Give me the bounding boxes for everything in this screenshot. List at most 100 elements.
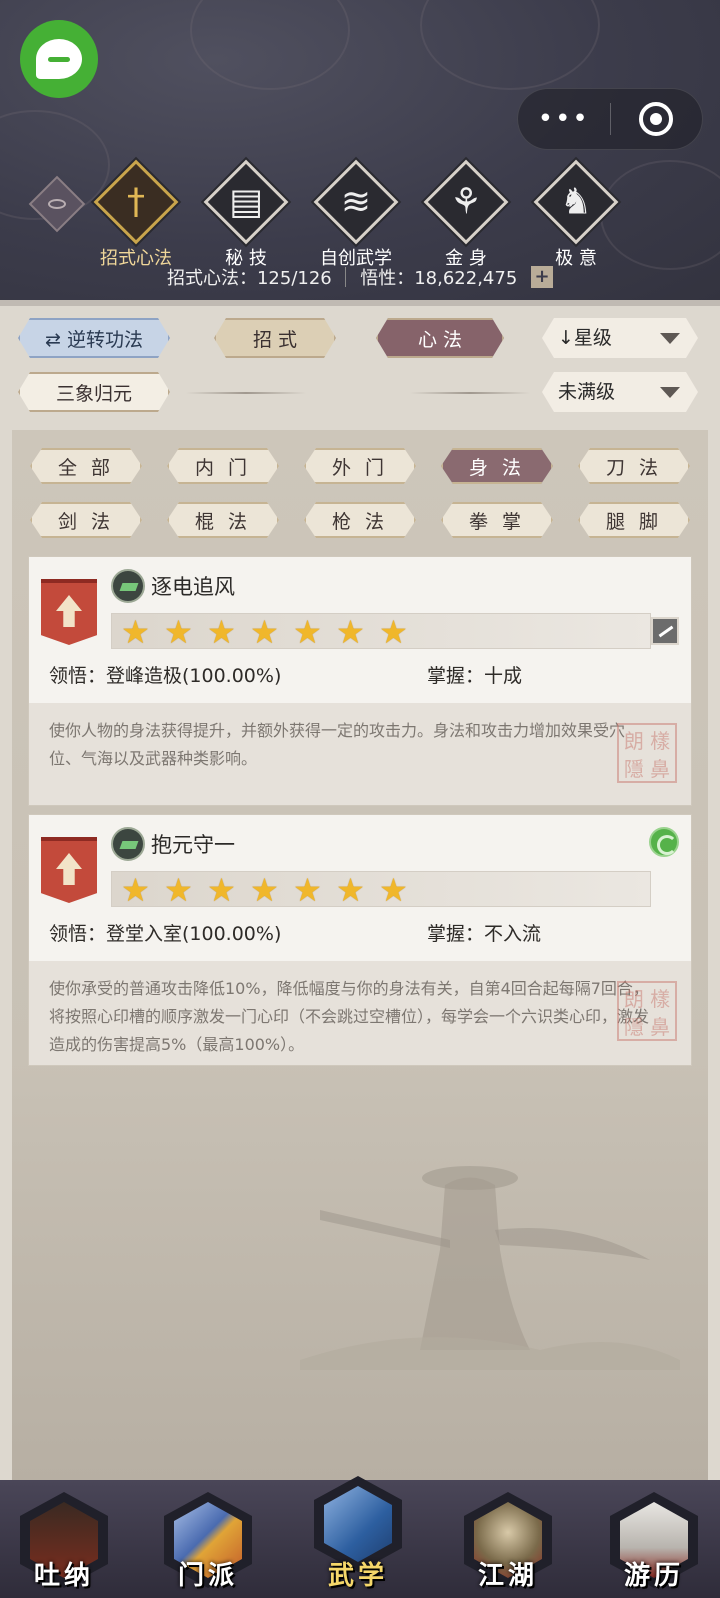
technique-description: 使你人物的身法获得提升，并额外获得一定的攻击力。身法和攻击力增加效果受穴位、气海… bbox=[49, 721, 626, 768]
sort-down-icon: ↓ bbox=[558, 327, 574, 349]
star-icon: ★ bbox=[379, 613, 408, 651]
category-outer[interactable]: 外 门 bbox=[304, 448, 416, 484]
tab-label: 招 式 bbox=[252, 329, 298, 351]
category-spear[interactable]: 枪 法 bbox=[304, 502, 416, 538]
tab-moves[interactable]: 招 式 bbox=[214, 318, 336, 358]
movement-type-icon bbox=[111, 827, 145, 861]
category-label: 外 门 bbox=[331, 457, 389, 479]
manual-books-icon bbox=[324, 1486, 392, 1562]
target-icon bbox=[639, 102, 674, 136]
technique-card[interactable]: 抱元守一 ★ ★ ★ ★ ★ ★ ★ 领悟：登堂入室(100.00%) 掌握：不入流 使你承… bbox=[28, 814, 692, 1066]
star-rating: ★ ★ ★ ★ ★ ★ ★ bbox=[111, 871, 651, 909]
category-label: 内 门 bbox=[194, 457, 252, 479]
stats-bar: 招式心法：125/126 悟性：18,622,475 + bbox=[0, 264, 720, 290]
star-icon: ★ bbox=[293, 871, 322, 909]
tab-ultimate[interactable]: ♞ 极 意 bbox=[526, 159, 626, 270]
sanxiang-button[interactable]: 三象归元 bbox=[18, 372, 170, 412]
tab-moves-mind[interactable]: † 招式心法 bbox=[86, 159, 186, 270]
mastery-text: 掌握：十成 bbox=[427, 665, 523, 687]
star-rating: ★ ★ ★ ★ ★ ★ ★ bbox=[111, 613, 651, 651]
category-leg[interactable]: 腿 脚 bbox=[578, 502, 690, 538]
nav-martial-arts[interactable]: 武学 bbox=[306, 1476, 410, 1592]
nav-travel[interactable]: 游历 bbox=[602, 1488, 706, 1592]
mini-program-capsule: ••• bbox=[517, 88, 703, 150]
mastery-text: 掌握：不入流 bbox=[427, 923, 542, 945]
seal-stamp: 朗 樣 隱 鼻 bbox=[617, 981, 677, 1041]
level-filter-dropdown[interactable]: 未满级 bbox=[542, 372, 698, 412]
category-label: 拳 掌 bbox=[468, 511, 526, 533]
reverse-technique-button[interactable]: ⇄ 逆转功法 bbox=[18, 318, 170, 358]
category-label: 全 部 bbox=[57, 457, 115, 479]
tab-label: 心 法 bbox=[417, 329, 463, 351]
nav-label: 游历 bbox=[623, 1561, 684, 1591]
star-icon: ★ bbox=[250, 613, 279, 651]
category-all[interactable]: 全 部 bbox=[30, 448, 142, 484]
sword-icon: † bbox=[127, 181, 145, 223]
book-icon: ▤ bbox=[228, 181, 264, 223]
divider-ornament bbox=[410, 392, 530, 394]
close-mini-program-button[interactable] bbox=[611, 102, 703, 136]
scroll-icon: ≋ bbox=[340, 181, 372, 223]
dropdown-value: 未满级 bbox=[558, 381, 616, 403]
button-label: 逆转功法 bbox=[66, 329, 143, 351]
star-icon: ★ bbox=[293, 613, 322, 651]
category-label: 剑 法 bbox=[57, 511, 115, 533]
star-icon: ★ bbox=[379, 871, 408, 909]
category-label: 刀 法 bbox=[605, 457, 663, 479]
tab-golden-body[interactable]: ⚘ 金 身 bbox=[416, 159, 516, 270]
main-panel: ⇄ 逆转功法 招 式 心 法 ↓星级 三象归元 未满级 全 部 内 门 外 门 … bbox=[0, 300, 720, 1480]
panel-border bbox=[0, 300, 720, 306]
add-insight-button[interactable]: + bbox=[531, 266, 554, 288]
technique-description: 使你承受的普通攻击降低10%，降低幅度与你的身法有关，自第4回合起每隔7回合，将… bbox=[49, 979, 650, 1054]
category-label: 腿 脚 bbox=[605, 511, 663, 533]
divider-ornament bbox=[186, 392, 306, 394]
chat-logo-icon[interactable] bbox=[20, 20, 98, 98]
category-staff[interactable]: 棍 法 bbox=[167, 502, 279, 538]
swordsman-silhouette-illustration bbox=[300, 1166, 680, 1370]
seal-stamp: 朗 樣 隱 鼻 bbox=[617, 723, 677, 783]
insight-value: 悟性：18,622,475 bbox=[360, 268, 518, 289]
star-icon: ★ bbox=[207, 613, 236, 651]
meditation-icon: ⚘ bbox=[449, 181, 483, 223]
running-figure-icon[interactable] bbox=[651, 617, 679, 645]
nav-breathing[interactable]: 吐纳 bbox=[12, 1488, 116, 1592]
technique-card[interactable]: 逐电追风 ★ ★ ★ ★ ★ ★ ★ 领悟：登峰造极(100.00%) 掌握：十成 使你人物… bbox=[28, 556, 692, 806]
nav-jianghu[interactable]: 江湖 bbox=[456, 1488, 560, 1592]
star-icon: ★ bbox=[164, 613, 193, 651]
movement-type-icon bbox=[111, 569, 145, 603]
star-icon: ★ bbox=[336, 613, 365, 651]
chevron-down-icon bbox=[660, 333, 680, 344]
category-label: 枪 法 bbox=[331, 511, 389, 533]
category-blade[interactable]: 刀 法 bbox=[578, 448, 690, 484]
category-inner[interactable]: 内 门 bbox=[167, 448, 279, 484]
tab-mind-method[interactable]: 心 法 bbox=[376, 318, 504, 358]
comprehension-text: 领悟：登堂入室(100.00%) bbox=[49, 923, 282, 945]
nav-label: 武学 bbox=[327, 1561, 388, 1591]
upgrade-banner-icon[interactable] bbox=[41, 837, 97, 903]
cloud-decoration bbox=[190, 0, 350, 90]
category-movement[interactable]: 身 法 bbox=[441, 448, 553, 484]
nav-label: 门派 bbox=[177, 1561, 238, 1591]
upgrade-banner-icon[interactable] bbox=[41, 579, 97, 645]
category-sword[interactable]: 剑 法 bbox=[30, 502, 142, 538]
header: ••• † 招式心法 ▤ 秘 技 ≋ 自创武学 ⚘ 金 身 ♞ 极 意 招式心法… bbox=[0, 0, 720, 300]
eye-icon bbox=[48, 199, 66, 209]
more-options-button[interactable]: ••• bbox=[518, 88, 610, 150]
star-icon: ★ bbox=[121, 613, 150, 651]
star-icon: ★ bbox=[207, 871, 236, 909]
sort-dropdown[interactable]: ↓星级 bbox=[542, 318, 698, 358]
martial-pose-icon: ♞ bbox=[559, 181, 593, 223]
stats-divider bbox=[345, 267, 347, 287]
nav-sect[interactable]: 门派 bbox=[156, 1488, 260, 1592]
star-icon: ★ bbox=[164, 871, 193, 909]
tab-self-created[interactable]: ≋ 自创武学 bbox=[306, 159, 406, 270]
nav-label: 江湖 bbox=[477, 1561, 538, 1591]
cloud-decoration bbox=[420, 0, 600, 90]
category-fist[interactable]: 拳 掌 bbox=[441, 502, 553, 538]
tab-secret-skill[interactable]: ▤ 秘 技 bbox=[196, 159, 296, 270]
chevron-down-icon bbox=[660, 387, 680, 398]
nav-label: 吐纳 bbox=[33, 1561, 94, 1591]
technique-name: 逐电追风 bbox=[151, 575, 235, 599]
green-swirl-icon[interactable] bbox=[649, 827, 679, 857]
star-icon: ★ bbox=[250, 871, 279, 909]
